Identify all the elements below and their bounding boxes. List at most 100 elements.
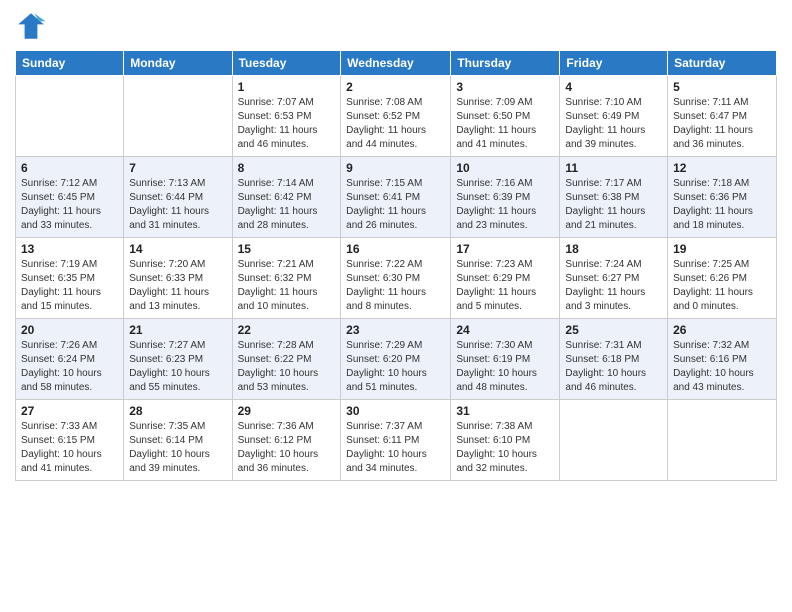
calendar-cell: 21 Sunrise: 7:27 AMSunset: 6:23 PMDayligh… — [124, 319, 232, 400]
calendar-cell: 14 Sunrise: 7:20 AMSunset: 6:33 PMDayligh… — [124, 238, 232, 319]
calendar-week-3: 13 Sunrise: 7:19 AMSunset: 6:35 PMDayligh… — [16, 238, 777, 319]
calendar-cell — [124, 76, 232, 157]
calendar-cell: 11 Sunrise: 7:17 AMSunset: 6:38 PMDayligh… — [560, 157, 668, 238]
day-number: 28 — [129, 404, 226, 418]
day-info: Sunrise: 7:15 AMSunset: 6:41 PMDaylight:… — [346, 177, 445, 233]
day-number: 8 — [238, 161, 336, 175]
day-info: Sunrise: 7:19 AMSunset: 6:35 PMDaylight:… — [21, 258, 118, 314]
calendar-week-1: 1 Sunrise: 7:07 AMSunset: 6:53 PMDaylight… — [16, 76, 777, 157]
calendar-cell: 31 Sunrise: 7:38 AMSunset: 6:10 PMDayligh… — [451, 400, 560, 481]
day-info: Sunrise: 7:17 AMSunset: 6:38 PMDaylight:… — [565, 177, 662, 233]
day-info: Sunrise: 7:30 AMSunset: 6:19 PMDaylight:… — [456, 339, 554, 395]
calendar-week-4: 20 Sunrise: 7:26 AMSunset: 6:24 PMDayligh… — [16, 319, 777, 400]
day-number: 15 — [238, 242, 336, 256]
calendar-week-2: 6 Sunrise: 7:12 AMSunset: 6:45 PMDaylight… — [16, 157, 777, 238]
day-info: Sunrise: 7:22 AMSunset: 6:30 PMDaylight:… — [346, 258, 445, 314]
day-number: 10 — [456, 161, 554, 175]
calendar-cell: 6 Sunrise: 7:12 AMSunset: 6:45 PMDaylight… — [16, 157, 124, 238]
calendar-cell: 3 Sunrise: 7:09 AMSunset: 6:50 PMDaylight… — [451, 76, 560, 157]
calendar-cell: 23 Sunrise: 7:29 AMSunset: 6:20 PMDayligh… — [341, 319, 451, 400]
day-number: 22 — [238, 323, 336, 337]
day-number: 19 — [673, 242, 771, 256]
day-number: 5 — [673, 80, 771, 94]
day-number: 23 — [346, 323, 445, 337]
day-info: Sunrise: 7:26 AMSunset: 6:24 PMDaylight:… — [21, 339, 118, 395]
day-number: 11 — [565, 161, 662, 175]
day-number: 21 — [129, 323, 226, 337]
day-number: 18 — [565, 242, 662, 256]
day-number: 24 — [456, 323, 554, 337]
day-info: Sunrise: 7:28 AMSunset: 6:22 PMDaylight:… — [238, 339, 336, 395]
calendar-cell: 1 Sunrise: 7:07 AMSunset: 6:53 PMDaylight… — [232, 76, 341, 157]
calendar-cell: 24 Sunrise: 7:30 AMSunset: 6:19 PMDayligh… — [451, 319, 560, 400]
day-info: Sunrise: 7:33 AMSunset: 6:15 PMDaylight:… — [21, 420, 118, 476]
calendar-header-sunday: Sunday — [16, 51, 124, 76]
day-info: Sunrise: 7:16 AMSunset: 6:39 PMDaylight:… — [456, 177, 554, 233]
calendar-cell: 2Sunrise: 7:08 AMSunset: 6:52 PMDaylight… — [341, 76, 451, 157]
calendar-cell: 16 Sunrise: 7:22 AMSunset: 6:30 PMDayligh… — [341, 238, 451, 319]
day-info: Sunrise: 7:08 AMSunset: 6:52 PMDaylight:… — [346, 96, 445, 152]
calendar-cell: 30 Sunrise: 7:37 AMSunset: 6:11 PMDayligh… — [341, 400, 451, 481]
day-number: 4 — [565, 80, 662, 94]
day-info: Sunrise: 7:18 AMSunset: 6:36 PMDaylight:… — [673, 177, 771, 233]
day-number: 16 — [346, 242, 445, 256]
day-number: 17 — [456, 242, 554, 256]
day-number: 6 — [21, 161, 118, 175]
calendar-cell: 19 Sunrise: 7:25 AMSunset: 6:26 PMDayligh… — [668, 238, 777, 319]
calendar-cell: 29Sunrise: 7:36 AMSunset: 6:12 PMDayligh… — [232, 400, 341, 481]
calendar-header-friday: Friday — [560, 51, 668, 76]
header — [15, 10, 777, 42]
calendar-cell: 27 Sunrise: 7:33 AMSunset: 6:15 PMDayligh… — [16, 400, 124, 481]
calendar-week-5: 27 Sunrise: 7:33 AMSunset: 6:15 PMDayligh… — [16, 400, 777, 481]
logo-icon — [15, 10, 47, 42]
calendar-cell: 13 Sunrise: 7:19 AMSunset: 6:35 PMDayligh… — [16, 238, 124, 319]
calendar-cell: 8 Sunrise: 7:14 AMSunset: 6:42 PMDaylight… — [232, 157, 341, 238]
calendar-header-saturday: Saturday — [668, 51, 777, 76]
calendar-header-row: SundayMondayTuesdayWednesdayThursdayFrid… — [16, 51, 777, 76]
calendar-header-thursday: Thursday — [451, 51, 560, 76]
calendar-cell: 15 Sunrise: 7:21 AMSunset: 6:32 PMDayligh… — [232, 238, 341, 319]
day-number: 26 — [673, 323, 771, 337]
logo — [15, 10, 51, 42]
calendar-cell: 22 Sunrise: 7:28 AMSunset: 6:22 PMDayligh… — [232, 319, 341, 400]
day-number: 20 — [21, 323, 118, 337]
day-info: Sunrise: 7:12 AMSunset: 6:45 PMDaylight:… — [21, 177, 118, 233]
day-info: Sunrise: 7:29 AMSunset: 6:20 PMDaylight:… — [346, 339, 445, 395]
day-number: 13 — [21, 242, 118, 256]
day-info: Sunrise: 7:23 AMSunset: 6:29 PMDaylight:… — [456, 258, 554, 314]
day-number: 14 — [129, 242, 226, 256]
day-info: Sunrise: 7:37 AMSunset: 6:11 PMDaylight:… — [346, 420, 445, 476]
day-info: Sunrise: 7:35 AMSunset: 6:14 PMDaylight:… — [129, 420, 226, 476]
day-info: Sunrise: 7:21 AMSunset: 6:32 PMDaylight:… — [238, 258, 336, 314]
page: SundayMondayTuesdayWednesdayThursdayFrid… — [0, 0, 792, 612]
calendar-header-tuesday: Tuesday — [232, 51, 341, 76]
day-number: 27 — [21, 404, 118, 418]
day-number: 12 — [673, 161, 771, 175]
day-info: Sunrise: 7:11 AMSunset: 6:47 PMDaylight:… — [673, 96, 771, 152]
day-info: Sunrise: 7:24 AMSunset: 6:27 PMDaylight:… — [565, 258, 662, 314]
day-info: Sunrise: 7:14 AMSunset: 6:42 PMDaylight:… — [238, 177, 336, 233]
day-number: 25 — [565, 323, 662, 337]
day-info: Sunrise: 7:10 AMSunset: 6:49 PMDaylight:… — [565, 96, 662, 152]
calendar-cell: 26 Sunrise: 7:32 AMSunset: 6:16 PMDayligh… — [668, 319, 777, 400]
day-info: Sunrise: 7:20 AMSunset: 6:33 PMDaylight:… — [129, 258, 226, 314]
day-info: Sunrise: 7:27 AMSunset: 6:23 PMDaylight:… — [129, 339, 226, 395]
calendar-cell: 4 Sunrise: 7:10 AMSunset: 6:49 PMDaylight… — [560, 76, 668, 157]
day-info: Sunrise: 7:09 AMSunset: 6:50 PMDaylight:… — [456, 96, 554, 152]
calendar-header-monday: Monday — [124, 51, 232, 76]
calendar-cell: 7Sunrise: 7:13 AMSunset: 6:44 PMDaylight… — [124, 157, 232, 238]
day-number: 30 — [346, 404, 445, 418]
day-info: Sunrise: 7:38 AMSunset: 6:10 PMDaylight:… — [456, 420, 554, 476]
day-number: 3 — [456, 80, 554, 94]
day-info: Sunrise: 7:07 AMSunset: 6:53 PMDaylight:… — [238, 96, 336, 152]
day-number: 1 — [238, 80, 336, 94]
day-info: Sunrise: 7:31 AMSunset: 6:18 PMDaylight:… — [565, 339, 662, 395]
day-info: Sunrise: 7:32 AMSunset: 6:16 PMDaylight:… — [673, 339, 771, 395]
day-number: 9 — [346, 161, 445, 175]
day-number: 31 — [456, 404, 554, 418]
day-info: Sunrise: 7:25 AMSunset: 6:26 PMDaylight:… — [673, 258, 771, 314]
calendar-cell: 18 Sunrise: 7:24 AMSunset: 6:27 PMDayligh… — [560, 238, 668, 319]
day-number: 7 — [129, 161, 226, 175]
calendar-cell: 25 Sunrise: 7:31 AMSunset: 6:18 PMDayligh… — [560, 319, 668, 400]
calendar-cell: 9 Sunrise: 7:15 AMSunset: 6:41 PMDaylight… — [341, 157, 451, 238]
